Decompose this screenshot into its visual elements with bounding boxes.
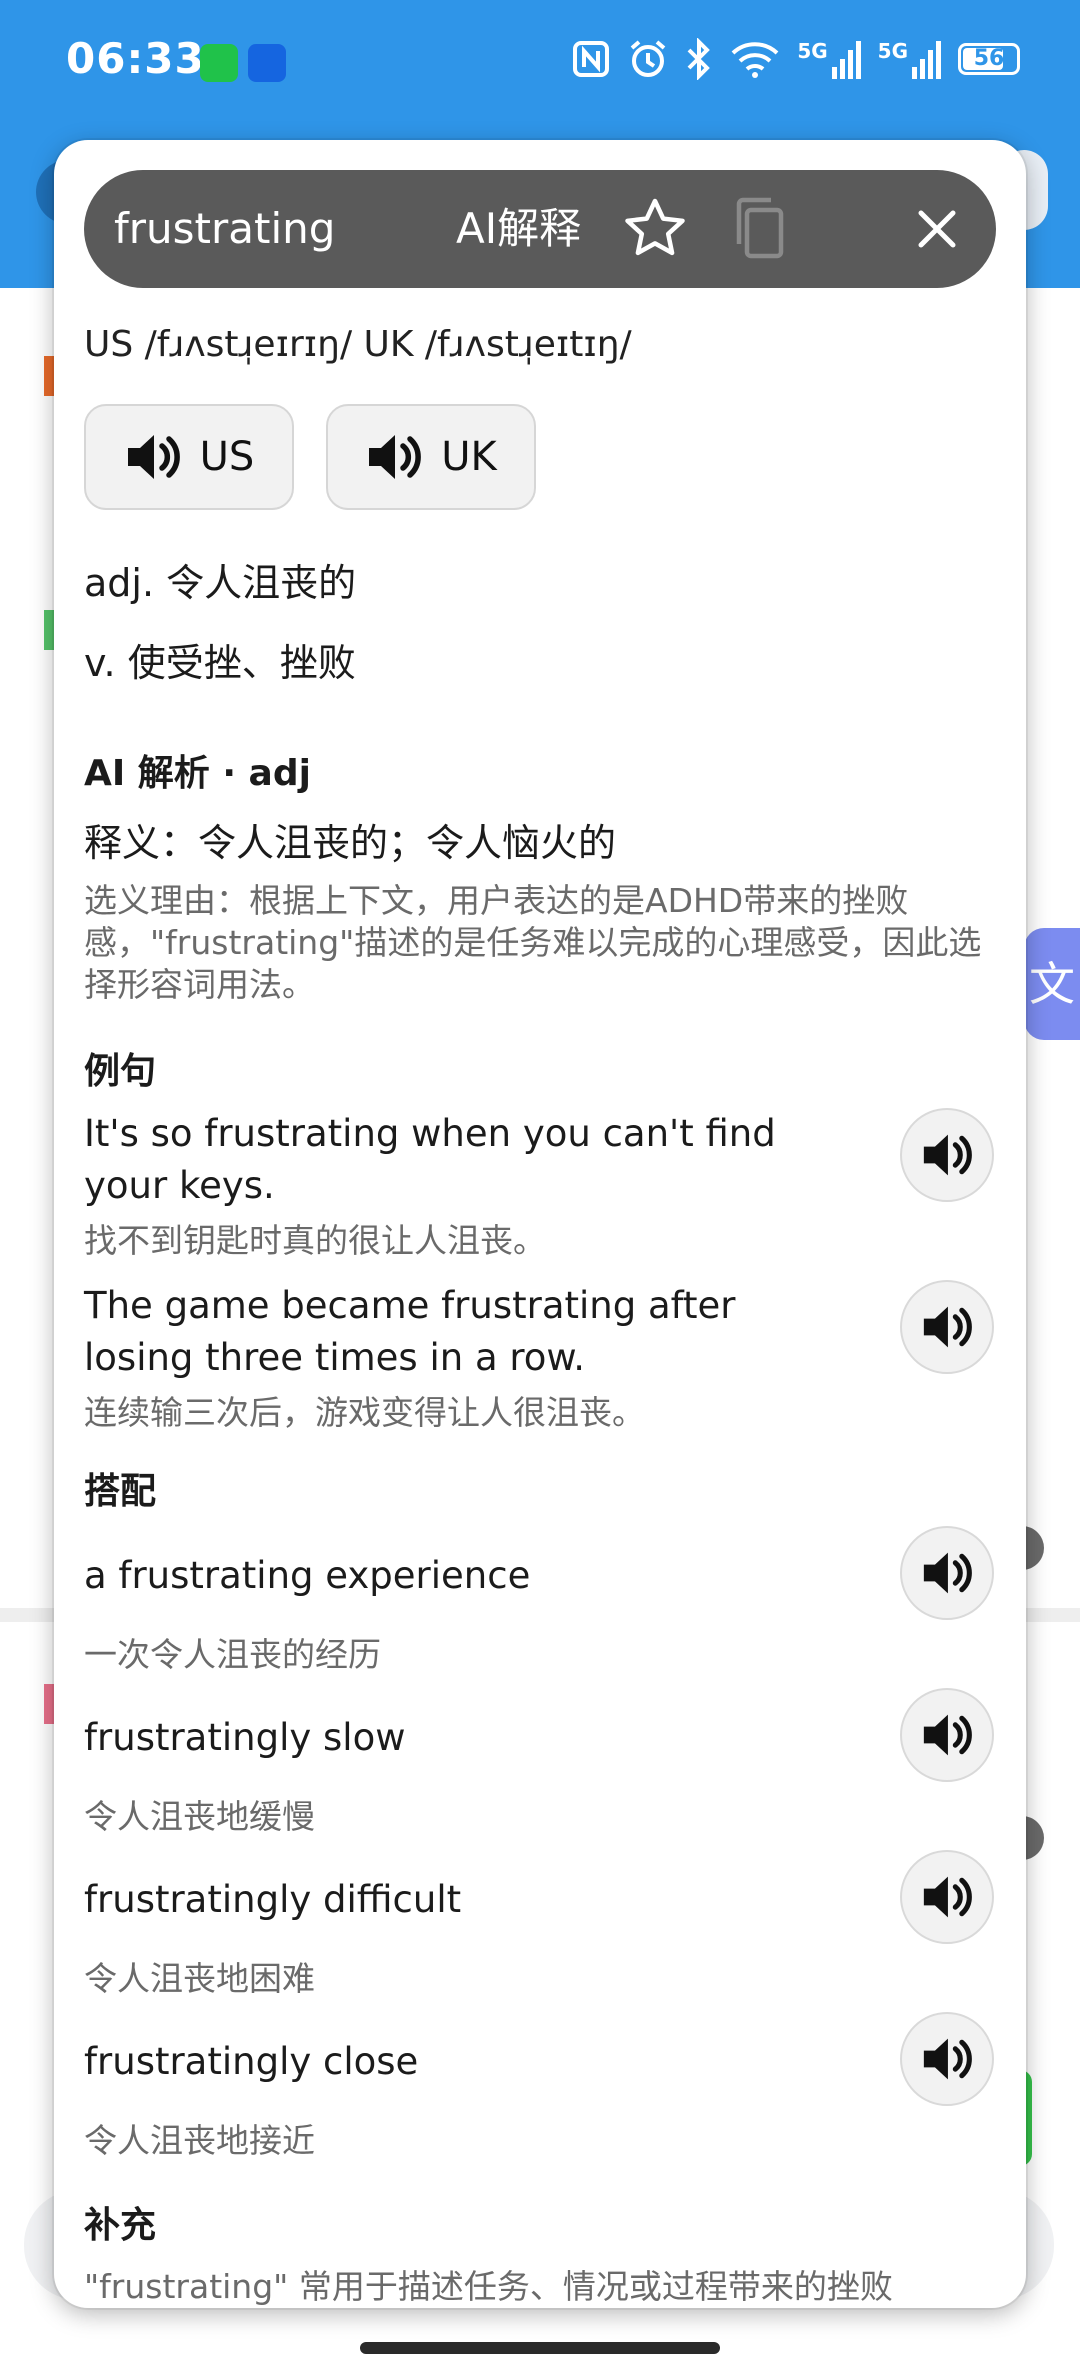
translate-float-icon[interactable]: 文 xyxy=(1024,928,1080,1040)
speaker-icon xyxy=(923,1714,972,1756)
speaker-icon xyxy=(923,1134,972,1176)
collocation-translation: 令人沮丧地困难 xyxy=(84,1959,315,1998)
pronounce-us-label: US xyxy=(199,434,255,480)
speaker-icon xyxy=(369,435,422,479)
signal-icon xyxy=(912,41,941,79)
status-time: 06:33 xyxy=(66,34,205,83)
bluetooth-icon xyxy=(687,38,711,80)
collocation-translation: 令人沮丧地缓慢 xyxy=(84,1797,315,1836)
example-sentence: It's so frustrating when you can't find … xyxy=(84,1112,776,1207)
collocation-translation: 令人沮丧地接近 xyxy=(84,2121,315,2160)
ai-reason: 选义理由：根据上下文，用户表达的是ADHD带来的挫败感，"frustrating… xyxy=(84,881,982,1004)
home-indicator[interactable] xyxy=(360,2342,720,2354)
collocation-phrase: frustratingly close xyxy=(84,2040,419,2083)
speaker-icon xyxy=(923,1552,972,1594)
wifi-icon xyxy=(731,42,779,78)
popup-header: frustrating AI解释 xyxy=(84,170,996,288)
example-sentence: The game became frustrating after losing… xyxy=(84,1284,736,1379)
speaker-icon xyxy=(923,1876,972,1918)
speaker-icon xyxy=(923,2038,972,2080)
definition-verb: v. 使受挫、挫败 xyxy=(84,641,356,685)
collocation-phrase: frustratingly slow xyxy=(84,1716,406,1759)
collocation-speak-button[interactable] xyxy=(900,1526,994,1620)
collocation-speak-button[interactable] xyxy=(900,1850,994,1944)
ai-analysis-heading: AI 解析 · adj xyxy=(84,753,311,794)
nfc-icon xyxy=(573,41,610,77)
example-translation: 连续输三次后，游戏变得让人很沮丧。 xyxy=(84,1393,645,1432)
supplement-heading: 补充 xyxy=(84,2205,157,2246)
ai-explain-button[interactable]: AI解释 xyxy=(456,170,581,288)
dictionary-popup: frustrating AI解释 US /fɹʌstɹ̩eɪrɪŋ/ UK /f… xyxy=(54,140,1026,2308)
signal-icon xyxy=(831,41,861,79)
status-bar: 06:33 5G 5G 56 xyxy=(0,0,1080,130)
collocation-speak-button[interactable] xyxy=(900,2012,994,2106)
pronounce-us-button[interactable]: US xyxy=(84,404,294,510)
alarm-icon xyxy=(631,40,666,77)
star-icon[interactable] xyxy=(620,194,690,264)
example-speak-button[interactable] xyxy=(900,1108,994,1202)
battery-level: 56 xyxy=(973,46,1005,71)
pronounce-uk-label: UK xyxy=(441,434,497,480)
example-translation: 找不到钥匙时真的很让人沮丧。 xyxy=(84,1221,546,1260)
speaker-icon xyxy=(127,435,180,479)
examples-heading: 例句 xyxy=(84,1051,157,1092)
network-type: 5G xyxy=(877,39,908,63)
definition-adj: adj. 令人沮丧的 xyxy=(84,561,357,605)
close-icon[interactable] xyxy=(902,194,972,264)
collocations-heading: 搭配 xyxy=(84,1471,157,1512)
supplement-text: "frustrating" 常用于描述任务、情况或过程带来的挫败 xyxy=(84,2267,893,2306)
copy-icon[interactable] xyxy=(724,194,794,264)
collocation-phrase: frustratingly difficult xyxy=(84,1878,462,1921)
network-type: 5G xyxy=(797,39,828,63)
speaker-icon xyxy=(923,1306,972,1348)
collocation-translation: 一次令人沮丧的经历 xyxy=(84,1635,381,1674)
ai-gloss: 释义：令人沮丧的；令人恼火的 xyxy=(84,821,617,865)
example-speak-button[interactable] xyxy=(900,1280,994,1374)
collocation-phrase: a frustrating experience xyxy=(84,1554,531,1597)
status-icons: 5G 5G 56 xyxy=(571,38,1020,80)
battery-icon: 56 xyxy=(958,43,1020,75)
collocation-speak-button[interactable] xyxy=(900,1688,994,1782)
lookup-word: frustrating xyxy=(114,204,336,253)
phonetic-transcription: US /fɹʌstɹ̩eɪrɪŋ/ UK /fɹʌstɹ̩eɪtɪŋ/ xyxy=(84,324,632,365)
pronounce-uk-button[interactable]: UK xyxy=(326,404,536,510)
wechat-icon xyxy=(200,44,238,82)
security-shield-icon xyxy=(248,44,286,82)
